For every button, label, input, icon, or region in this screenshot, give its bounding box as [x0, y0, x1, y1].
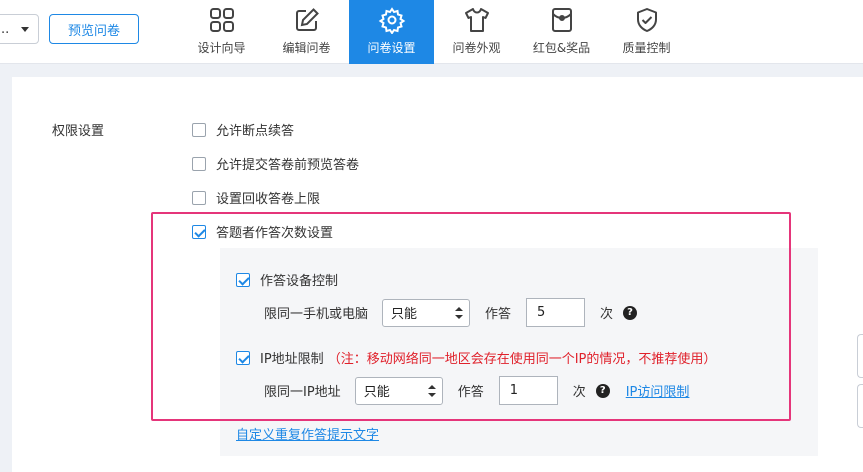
checkbox-checked[interactable] — [192, 224, 206, 239]
gear-icon — [378, 7, 405, 34]
tab-design-wizard[interactable]: 设计向导 — [179, 0, 264, 64]
custom-repeat-prompt-link[interactable]: 自定义重复作答提示文字 — [236, 424, 379, 443]
checkbox-checked[interactable] — [236, 272, 250, 287]
tab-quality-control[interactable]: 质量控制 — [604, 0, 689, 64]
help-icon[interactable]: ? — [623, 305, 638, 320]
row-label: 限同一IP地址 — [264, 385, 341, 400]
tab-label: 质量控制 — [622, 41, 671, 55]
option-allow-preview[interactable]: 允许提交答卷前预览答卷 — [192, 154, 359, 173]
option-allow-resume[interactable]: 允许断点续答 — [192, 120, 294, 139]
select-arrows-icon — [455, 306, 464, 319]
checkbox-checked[interactable] — [236, 350, 250, 365]
ip-limit-row: 限同一IP地址 只能 作答 1 次 ? IP访问限制 — [264, 376, 689, 405]
checkbox[interactable] — [192, 122, 206, 137]
tab-red-envelope-prizes[interactable]: 红包&奖品 — [519, 0, 604, 64]
ip-warning-text: （注：移动网络同一地区会存在使用同一个IP的情况，不推荐使用） — [327, 352, 717, 367]
tab-edit-survey[interactable]: 编辑问卷 — [264, 0, 349, 64]
tab-label: 编辑问卷 — [282, 41, 331, 55]
side-tab[interactable] — [857, 334, 863, 378]
row-label: 作答 — [457, 385, 484, 400]
help-icon[interactable]: ? — [595, 383, 610, 398]
main-nav: 设计向导 编辑问卷 问卷设置 问卷外观 红包&奖品 质量控制 — [179, 0, 689, 64]
option-label: IP地址限制 — [260, 352, 324, 367]
tab-label: 设计向导 — [197, 41, 246, 55]
preview-survey-button[interactable]: 预览问卷 — [49, 14, 139, 44]
option-label: 作答设备控制 — [260, 274, 339, 289]
option-label: 答题者作答次数设置 — [216, 226, 334, 241]
tab-label: 红包&奖品 — [532, 41, 591, 55]
select-value: 只能 — [363, 385, 390, 400]
shield-check-icon — [636, 8, 657, 32]
side-tab[interactable] — [857, 384, 863, 428]
survey-select[interactable]: .. — [0, 14, 39, 44]
device-count-input[interactable]: 5 — [526, 298, 586, 327]
ip-count-input[interactable]: 1 — [498, 376, 558, 405]
ip-limit-select[interactable]: 只能 — [354, 376, 443, 405]
top-bar: .. 预览问卷 设计向导 编辑问卷 问卷设置 问卷外观 红包&奖品 质量控制 — [0, 0, 863, 64]
select-value: 只能 — [391, 307, 418, 322]
row-label: 限同一手机或电脑 — [264, 307, 369, 322]
option-label: 允许断点续答 — [216, 124, 295, 139]
unit-label: 次 — [572, 385, 586, 400]
survey-select-value: .. — [1, 21, 10, 37]
ip-access-limit-link[interactable]: IP访问限制 — [626, 381, 690, 400]
option-label: 允许提交答卷前预览答卷 — [216, 158, 360, 173]
select-arrows-icon — [427, 384, 436, 397]
edit-icon — [295, 8, 319, 31]
shirt-icon — [464, 8, 489, 32]
unit-label: 次 — [600, 307, 614, 322]
row-label: 作答 — [485, 307, 512, 322]
device-limit-row: 限同一手机或电脑 只能 作答 5 次 ? — [264, 298, 638, 327]
tab-survey-settings[interactable]: 问卷设置 — [349, 0, 434, 64]
option-response-limit[interactable]: 设置回收答卷上限 — [192, 188, 320, 207]
custom-prompt-row: 自定义重复作答提示文字 — [236, 424, 379, 443]
tab-label: 问卷外观 — [452, 41, 501, 55]
tab-survey-appearance[interactable]: 问卷外观 — [434, 0, 519, 64]
red-envelope-icon — [551, 8, 572, 32]
ip-limit-toggle[interactable]: IP地址限制 （注：移动网络同一地区会存在使用同一个IP的情况，不推荐使用） — [236, 348, 716, 367]
option-label: 设置回收答卷上限 — [216, 192, 321, 207]
section-label-permissions: 权限设置 — [52, 124, 105, 139]
option-answer-times[interactable]: 答题者作答次数设置 — [192, 222, 333, 241]
grid-icon — [209, 8, 234, 32]
tab-label: 问卷设置 — [367, 41, 416, 55]
device-limit-select[interactable]: 只能 — [382, 298, 471, 327]
caret-down-icon — [21, 27, 29, 32]
checkbox[interactable] — [192, 156, 206, 171]
device-control-toggle[interactable]: 作答设备控制 — [236, 270, 338, 289]
checkbox[interactable] — [192, 190, 206, 205]
